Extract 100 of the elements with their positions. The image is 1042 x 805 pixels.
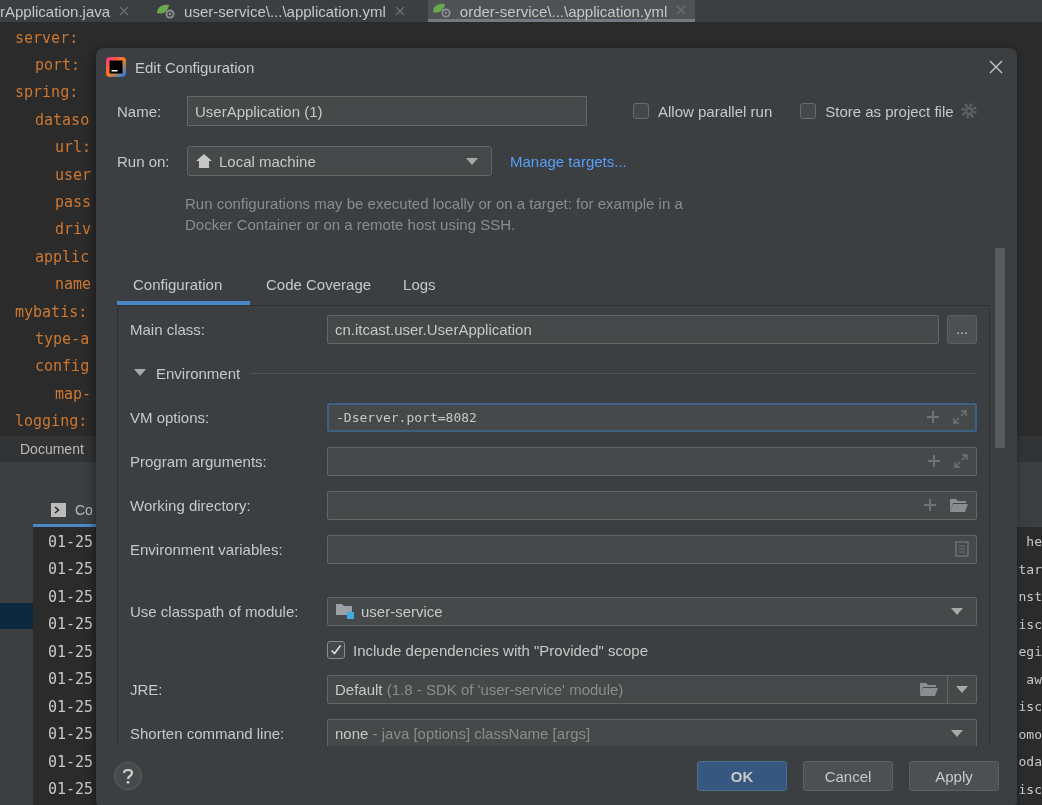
help-button[interactable]	[114, 762, 142, 790]
field-label: Program arguments:	[130, 452, 268, 470]
module-dropdown[interactable]: user-service	[327, 596, 977, 626]
field-label: JRE:	[130, 680, 164, 698]
text-field[interactable]	[327, 534, 977, 564]
breadcrumb[interactable]: Document	[20, 441, 84, 457]
checkbox-label: Store as project file	[825, 102, 954, 120]
caret-icon	[951, 607, 963, 615]
expand-icon[interactable]	[953, 453, 969, 469]
dialog-button[interactable]: OK	[697, 761, 787, 791]
code-key: dataso	[1, 110, 90, 129]
home-icon	[195, 153, 213, 169]
app-logo-icon	[106, 57, 126, 77]
log-text: he	[1026, 534, 1042, 550]
selected-row-highlight	[0, 603, 33, 629]
name-field[interactable]: UserApplication (1)	[187, 96, 587, 126]
log-text: egi	[1018, 644, 1042, 660]
field-label: VM options:	[130, 408, 211, 426]
editor-tab[interactable]: rApplication.java	[0, 0, 139, 22]
caret-icon[interactable]	[956, 685, 968, 693]
code-key: port:	[1, 56, 81, 75]
code-key: server:	[1, 28, 79, 47]
browse-button[interactable]: ...	[947, 314, 977, 344]
log-time: 01-25	[48, 752, 94, 771]
hint-text: Run configurations may be executed locally or on a target: for example in a Docker Container or on a remote host using SSH.	[185, 194, 684, 235]
log-text: nst	[1018, 589, 1042, 605]
text-field[interactable]	[327, 490, 977, 520]
checkbox[interactable]	[327, 641, 345, 659]
terminal-icon	[51, 503, 66, 517]
log-time: 01-25	[48, 642, 94, 661]
log-time: 01-25	[48, 587, 94, 606]
expand-icon[interactable]	[952, 409, 968, 425]
scrollbar-thumb[interactable]	[995, 248, 1005, 448]
code-key: driv	[1, 220, 92, 239]
dropdown[interactable]: none - java [options] className [args]	[327, 718, 977, 746]
tab[interactable]: Logs	[387, 266, 452, 305]
code-key: type-a	[1, 330, 90, 348]
code-key: name	[1, 275, 92, 294]
plus-icon[interactable]	[926, 410, 940, 424]
checkmark-icon	[329, 643, 343, 657]
section-title: Environment	[156, 364, 241, 382]
document-icon[interactable]	[955, 541, 969, 557]
checkbox[interactable]	[633, 103, 649, 119]
caret-icon	[466, 157, 478, 165]
log-text: isc	[1018, 616, 1042, 632]
plus-icon[interactable]	[923, 498, 937, 512]
module-folder-icon	[335, 602, 355, 620]
checkbox-label: Include dependencies with "Provided" scope	[353, 641, 648, 659]
plus-icon[interactable]	[927, 454, 941, 468]
log-time: 01-25	[48, 780, 94, 799]
log-time: 01-25	[48, 532, 94, 551]
field-label: Name:	[117, 102, 163, 120]
question-mark-icon	[122, 768, 134, 784]
text-field[interactable]: -Dserver.port=8082	[327, 402, 977, 432]
editor-tab[interactable]: order-service\...\application.yml	[427, 0, 696, 22]
code-key: pass	[1, 193, 92, 212]
text-field[interactable]: cn.itcast.user.UserApplication	[327, 314, 939, 344]
log-text: aw	[1026, 671, 1042, 687]
expand-arrow-icon[interactable]	[134, 369, 146, 377]
log-text: tar	[1018, 561, 1042, 577]
manage-targets-link[interactable]: Manage targets...	[510, 152, 627, 170]
code-key: applic	[1, 247, 90, 266]
caret-icon	[951, 729, 963, 737]
folder-icon[interactable]	[949, 497, 969, 513]
code-key: user	[1, 165, 92, 184]
field-label: Working directory:	[130, 496, 252, 514]
target-dropdown[interactable]: Local machine	[187, 146, 492, 176]
dialog-title: Edit Configuration	[135, 58, 255, 76]
checkbox-label: Allow parallel run	[658, 102, 773, 120]
log-text: isc	[1018, 699, 1042, 715]
log-time: 01-25	[48, 725, 94, 744]
field-label: Environment variables:	[130, 540, 284, 558]
editor-tab[interactable]: user-service\...\application.yml	[152, 0, 414, 22]
tab[interactable]: Configuration	[117, 266, 250, 305]
code-key: config	[1, 357, 90, 376]
log-time: 01-25	[48, 697, 94, 716]
field-label: Run on:	[117, 152, 171, 170]
log-time: 01-25	[48, 670, 94, 689]
code-key: mybatis:	[1, 302, 88, 321]
code-key: map-	[1, 384, 92, 403]
code-key: spring:	[1, 83, 79, 102]
settings-icon[interactable]	[959, 102, 978, 120]
code-key: logging:	[1, 412, 88, 431]
log-text: omo	[1018, 726, 1042, 742]
field-label: Use classpath of module:	[130, 602, 300, 620]
log-time: 01-25	[48, 615, 94, 634]
dialog-button[interactable]: Apply	[909, 761, 999, 791]
log-text: oda	[1018, 754, 1042, 770]
field-label: Shorten command line:	[130, 724, 286, 742]
text-field[interactable]	[327, 446, 977, 476]
tab[interactable]: Code Coverage	[250, 266, 388, 305]
folder-icon[interactable]	[919, 681, 939, 697]
dialog-button[interactable]: Cancel	[803, 761, 893, 791]
log-text: isc	[1018, 781, 1042, 797]
close-icon[interactable]	[989, 60, 1003, 74]
code-key: url:	[1, 138, 92, 157]
jre-combo[interactable]: Default (1.8 - SDK of 'user-service' module)	[327, 674, 977, 704]
log-time: 01-25	[48, 560, 94, 579]
checkbox[interactable]	[800, 103, 817, 119]
field-label: Main class:	[130, 320, 207, 338]
